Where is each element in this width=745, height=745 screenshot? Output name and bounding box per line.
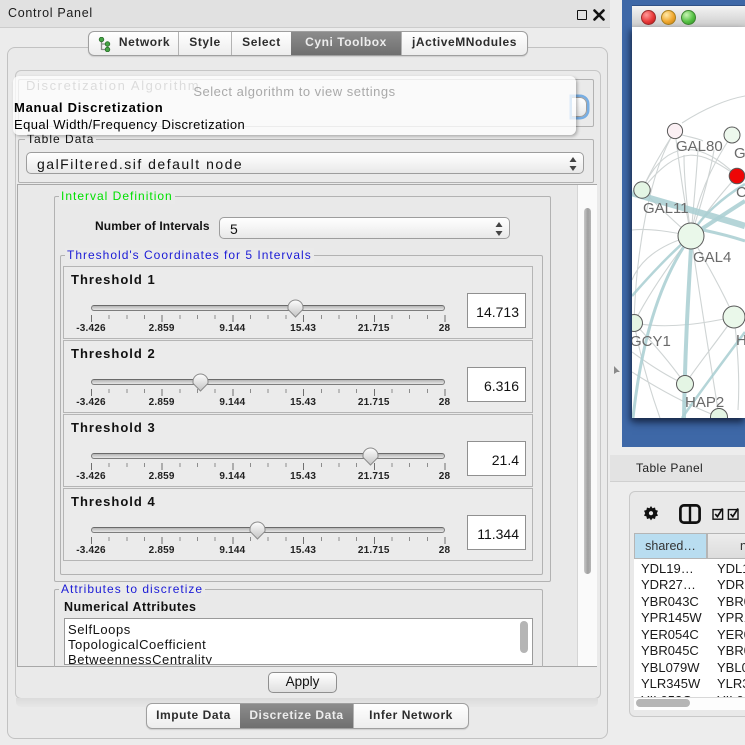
svg-text:HAP2: HAP2 <box>685 394 724 411</box>
svg-text:GAL4: GAL4 <box>693 249 731 266</box>
svg-text:GAL11: GAL11 <box>643 200 689 217</box>
svg-text:H: H <box>736 332 745 349</box>
svg-text:C: C <box>736 184 745 201</box>
svg-text:GCY1: GCY1 <box>632 333 671 350</box>
svg-text:GAL80: GAL80 <box>676 138 723 155</box>
svg-text:G: G <box>734 145 745 162</box>
